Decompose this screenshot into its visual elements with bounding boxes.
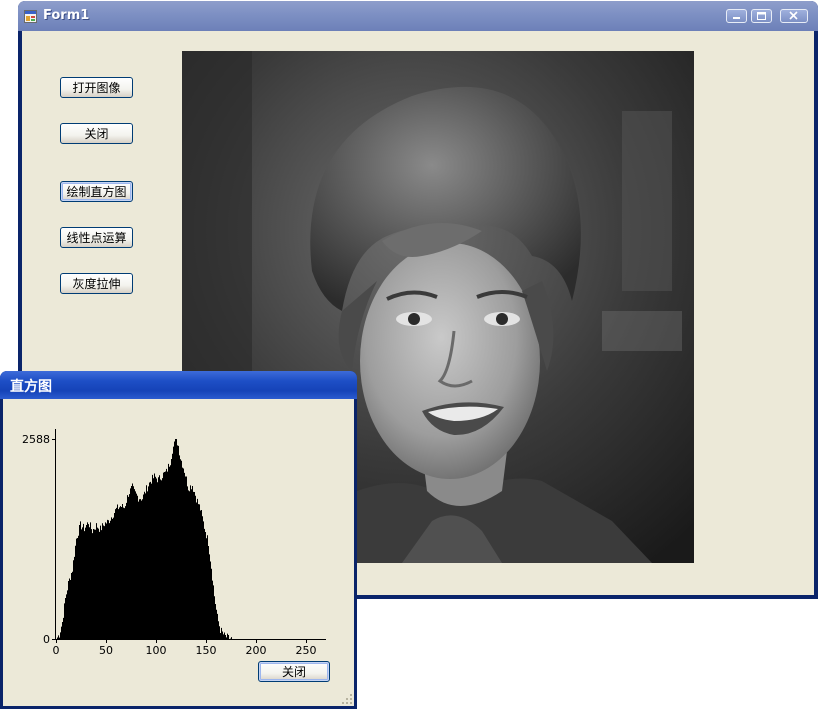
open-image-button[interactable]: 打开图像 [60, 77, 133, 98]
linear-point-op-button[interactable]: 线性点运算 [60, 227, 133, 248]
x-tick-label: 100 [146, 644, 167, 657]
main-window-title: Form1 [43, 8, 90, 23]
histogram-chart: 2588 0 0 50 100 150 200 250 [22, 429, 326, 657]
main-titlebar[interactable]: Form1 [18, 1, 818, 31]
close-button[interactable]: 关闭 [60, 123, 133, 144]
histogram-dialog-title: 直方图 [10, 379, 52, 395]
x-tick-label: 200 [246, 644, 267, 657]
draw-histogram-button[interactable]: 绘制直方图 [60, 181, 133, 202]
histogram-dialog: 直方图 2588 0 0 50 100 150 200 250 关闭 [0, 371, 357, 709]
y-axis-ticks: 2588 0 [22, 433, 56, 646]
y-tick-label: 0 [43, 633, 50, 646]
x-tick-label: 150 [196, 644, 217, 657]
minimize-icon [733, 17, 740, 19]
gray-stretch-button[interactable]: 灰度拉伸 [60, 273, 133, 294]
histogram-titlebar[interactable]: 直方图 [0, 371, 357, 399]
x-tick-label: 0 [53, 644, 60, 657]
maximize-button[interactable] [751, 9, 772, 23]
histogram-bars [56, 439, 237, 639]
x-tick-label: 250 [296, 644, 317, 657]
x-tick-label: 50 [99, 644, 113, 657]
app-icon [24, 10, 37, 23]
resize-grip-icon[interactable] [341, 693, 353, 705]
x-axis-ticks: 0 50 100 150 200 250 [53, 639, 317, 657]
y-tick-label: 2588 [22, 433, 50, 446]
minimize-button[interactable] [726, 9, 747, 23]
histogram-close-button[interactable]: 关闭 [258, 661, 330, 682]
maximize-icon [757, 12, 766, 20]
close-window-button[interactable] [780, 9, 808, 23]
histogram-client-area: 2588 0 0 50 100 150 200 250 关闭 [3, 399, 354, 706]
close-icon [789, 11, 798, 20]
